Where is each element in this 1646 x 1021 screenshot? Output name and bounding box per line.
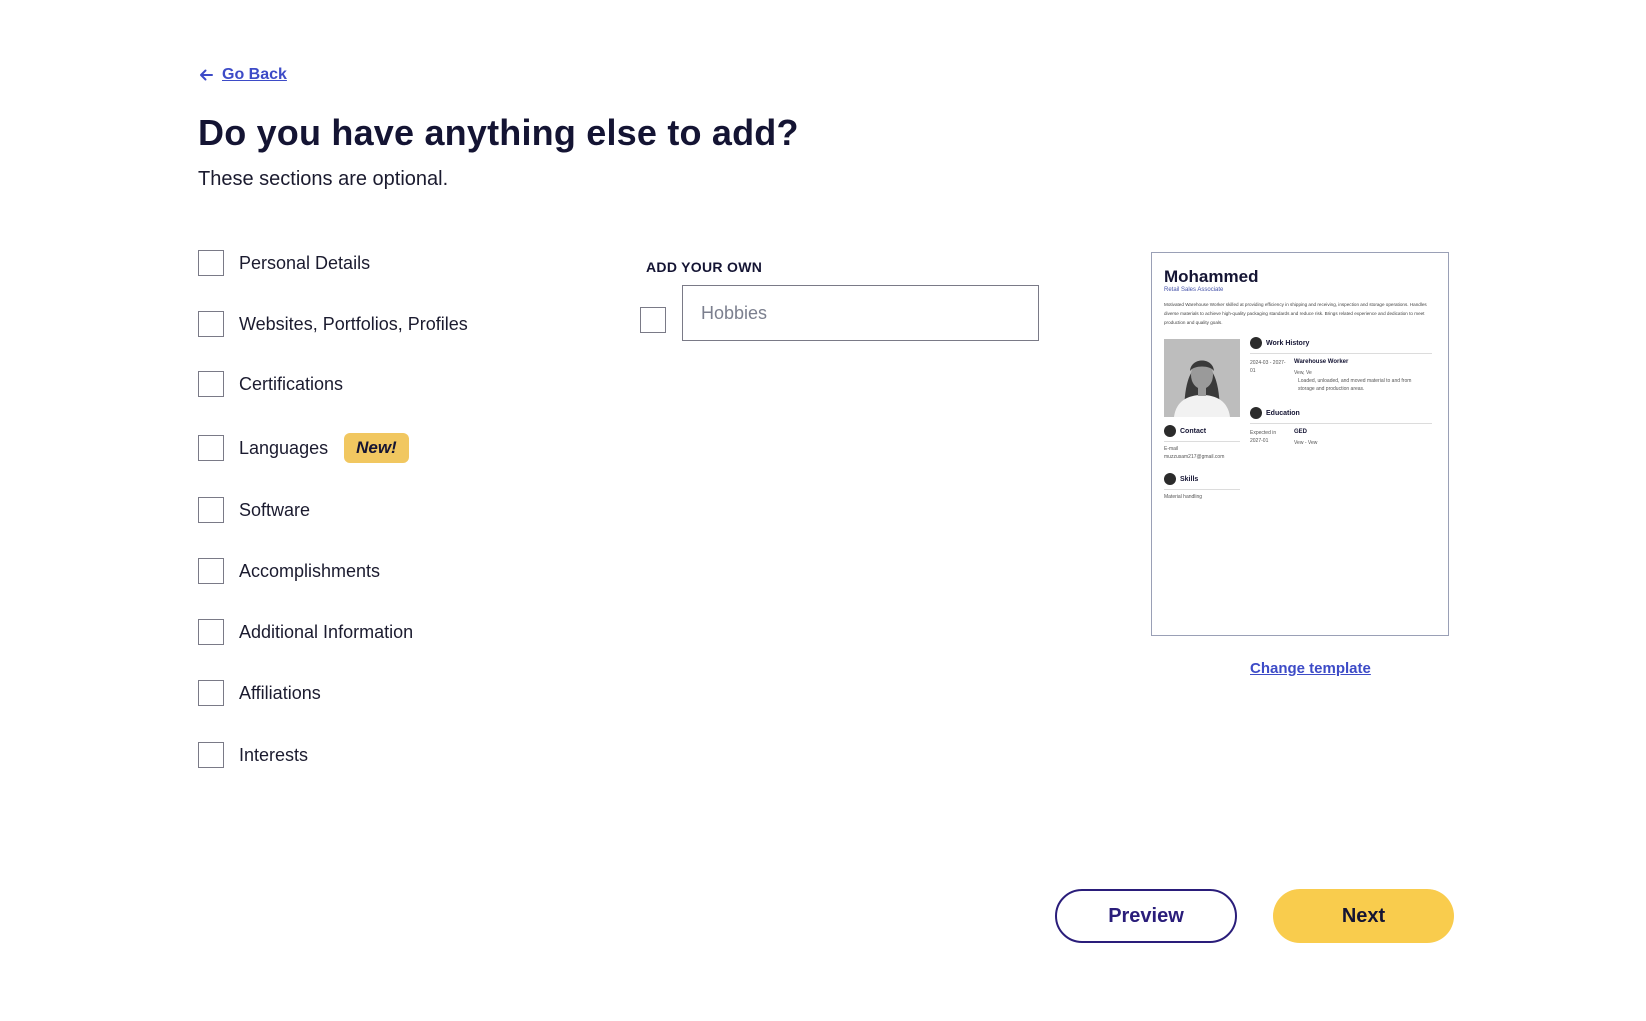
graduation-cap-icon bbox=[1250, 407, 1262, 419]
add-your-own-checkbox[interactable] bbox=[640, 307, 666, 333]
add-your-own-heading: ADD YOUR OWN bbox=[646, 259, 763, 275]
resume-contact-title: Contact bbox=[1164, 425, 1206, 437]
change-template-link[interactable]: Change template bbox=[1250, 660, 1371, 677]
option-software[interactable]: Software bbox=[198, 497, 310, 523]
option-label: Affiliations bbox=[239, 682, 321, 703]
option-label: Additional Information bbox=[239, 621, 414, 642]
resume-contact-label: E-mail bbox=[1164, 446, 1179, 452]
person-icon bbox=[1164, 425, 1176, 437]
checkbox[interactable] bbox=[198, 497, 224, 523]
resume-education-location: Vew - Vew bbox=[1294, 440, 1318, 446]
page-title: Do you have anything else to add? bbox=[198, 112, 799, 153]
page: Go Back Do you have anything else to add… bbox=[0, 0, 1646, 1021]
option-accomplishments[interactable]: Accomplishments bbox=[198, 558, 380, 584]
option-languages[interactable]: Languages New! bbox=[198, 433, 409, 463]
divider bbox=[1164, 489, 1240, 490]
resume-education-title: Education bbox=[1250, 407, 1300, 419]
option-label: Websites, Portfolios, Profiles bbox=[239, 313, 468, 334]
resume-skill-item: Material handling bbox=[1164, 494, 1203, 500]
arrow-left-icon bbox=[200, 69, 213, 81]
next-button[interactable]: Next bbox=[1273, 889, 1454, 943]
resume-work-dates: 2024-03 - 2027-01 bbox=[1250, 360, 1286, 374]
checkbox[interactable] bbox=[198, 371, 224, 397]
option-label: Software bbox=[239, 499, 311, 520]
resume-work-location: Vew, Ve bbox=[1294, 370, 1312, 376]
resume-education-dates: Expected in 2027-01 bbox=[1250, 430, 1277, 444]
checkbox[interactable] bbox=[198, 680, 224, 706]
add-your-own-input[interactable] bbox=[682, 285, 1039, 341]
skills-icon bbox=[1164, 473, 1176, 485]
divider bbox=[1250, 423, 1432, 424]
resume-work-bullet: Loaded, unloaded, and moved material to … bbox=[1298, 378, 1412, 392]
page-subtitle: These sections are optional. bbox=[198, 168, 449, 190]
checkbox[interactable] bbox=[198, 435, 224, 461]
option-label: Certifications bbox=[239, 373, 344, 394]
checkbox[interactable] bbox=[198, 250, 224, 276]
divider bbox=[1164, 441, 1240, 442]
option-label: Accomplishments bbox=[239, 560, 381, 581]
briefcase-icon bbox=[1250, 337, 1262, 349]
option-certifications[interactable]: Certifications bbox=[198, 371, 343, 397]
checkbox[interactable] bbox=[198, 558, 224, 584]
preview-button[interactable]: Preview bbox=[1055, 889, 1237, 943]
go-back-link[interactable]: Go Back bbox=[198, 66, 287, 84]
resume-work-title: Warehouse Worker bbox=[1294, 359, 1349, 365]
resume-summary: Motivated Warehouse Worker skilled at pr… bbox=[1164, 302, 1427, 325]
divider bbox=[1250, 353, 1432, 354]
resume-name: Mohammed bbox=[1164, 267, 1259, 286]
checkbox[interactable] bbox=[198, 742, 224, 768]
go-back-label: Go Back bbox=[222, 66, 287, 83]
checkbox[interactable] bbox=[198, 619, 224, 645]
resume-role: Retail Sales Associate bbox=[1164, 287, 1224, 293]
option-additional-information[interactable]: Additional Information bbox=[198, 619, 413, 645]
option-label: Interests bbox=[239, 744, 309, 765]
option-label: Personal Details bbox=[239, 252, 371, 273]
resume-education-degree: GED bbox=[1294, 429, 1308, 435]
resume-photo bbox=[1164, 339, 1240, 417]
option-affiliations[interactable]: Affiliations bbox=[198, 680, 321, 706]
option-label: Languages bbox=[239, 437, 329, 458]
resume-contact-email: muzzusam217@gmail.com bbox=[1164, 454, 1225, 460]
new-badge: New! bbox=[344, 433, 409, 463]
resume-skills-title: Skills bbox=[1164, 473, 1198, 485]
person-avatar-icon bbox=[1164, 339, 1240, 417]
option-websites-portfolios-profiles[interactable]: Websites, Portfolios, Profiles bbox=[198, 311, 468, 337]
resume-work-history-title: Work History bbox=[1250, 337, 1309, 349]
option-personal-details[interactable]: Personal Details bbox=[198, 250, 370, 276]
checkbox[interactable] bbox=[198, 311, 224, 337]
resume-preview[interactable]: Mohammed Retail Sales Associate Motivate… bbox=[1151, 252, 1449, 636]
option-interests[interactable]: Interests bbox=[198, 742, 308, 768]
